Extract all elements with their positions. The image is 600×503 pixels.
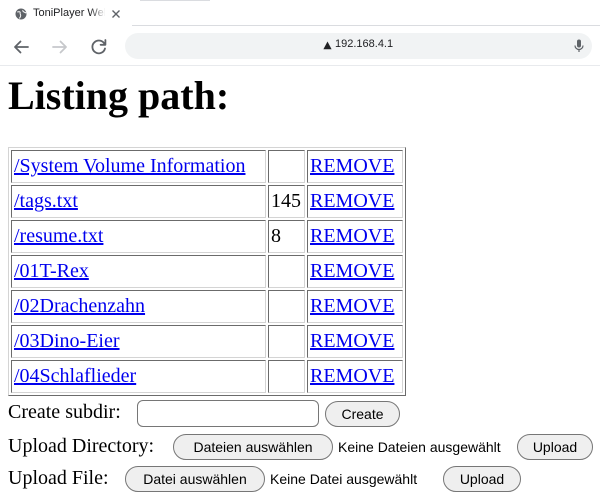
browser-tab[interactable]: ToniPlayer Web <box>0 0 132 28</box>
action-cell: REMOVE <box>307 150 403 183</box>
path-link[interactable]: /01T-Rex <box>14 260 89 282</box>
path-cell: /03Dino-Eier <box>11 325 266 358</box>
remove-link[interactable]: REMOVE <box>310 190 394 212</box>
url-text: 192.168.4.1 <box>335 38 394 50</box>
remove-link[interactable]: REMOVE <box>310 225 394 247</box>
back-arrow-icon[interactable] <box>10 36 32 58</box>
path-cell: /02Drachenzahn <box>11 290 266 323</box>
action-cell: REMOVE <box>307 185 403 218</box>
path-link[interactable]: /02Drachenzahn <box>14 295 145 317</box>
remove-link[interactable]: REMOVE <box>310 155 394 177</box>
size-cell <box>268 255 305 288</box>
create-subdir-row: Create subdir: Create <box>8 399 408 429</box>
path-link[interactable]: /04Schlaflieder <box>14 365 136 387</box>
table-row: /01T-Rex REMOVE <box>11 255 403 288</box>
warning-triangle-icon[interactable] <box>323 41 332 50</box>
upload-file-status: Keine Datei ausgewählt <box>270 471 418 487</box>
size-cell <box>268 290 305 323</box>
close-icon[interactable] <box>109 7 123 21</box>
size-cell <box>268 150 305 183</box>
path-cell: /System Volume Information <box>11 150 266 183</box>
remove-link[interactable]: REMOVE <box>310 330 394 352</box>
forward-arrow-icon[interactable] <box>49 36 71 58</box>
path-cell: /tags.txt <box>11 185 266 218</box>
choose-file-button[interactable]: Datei auswählen <box>125 466 265 492</box>
path-cell: /resume.txt <box>11 220 266 253</box>
action-cell: REMOVE <box>307 290 403 323</box>
action-cell: REMOVE <box>307 255 403 288</box>
upload-file-button[interactable]: Upload <box>443 466 521 492</box>
action-cell: REMOVE <box>307 325 403 358</box>
table-row: /tags.txt 145 REMOVE <box>11 185 403 218</box>
path-cell: /01T-Rex <box>11 255 266 288</box>
action-cell: REMOVE <box>307 360 403 393</box>
remove-link[interactable]: REMOVE <box>310 260 394 282</box>
upload-directory-label: Upload Directory: <box>8 435 155 457</box>
path-link[interactable]: /resume.txt <box>14 225 103 247</box>
page-title: Listing path: <box>8 73 230 118</box>
upload-file-label: Upload File: <box>8 467 109 489</box>
size-cell: 8 <box>268 220 305 253</box>
globe-icon <box>15 8 27 20</box>
table-row: /04Schlaflieder REMOVE <box>11 360 403 393</box>
action-cell: REMOVE <box>307 220 403 253</box>
choose-directory-button[interactable]: Dateien auswählen <box>173 434 333 460</box>
upload-directory-button[interactable]: Upload <box>517 434 593 460</box>
upload-file-row: Upload File: Datei auswählen Keine Datei… <box>8 465 528 495</box>
upload-directory-status: Keine Dateien ausgewählt <box>338 439 501 455</box>
remove-link[interactable]: REMOVE <box>310 295 394 317</box>
table-row: /System Volume Information REMOVE <box>11 150 403 183</box>
table-row: /resume.txt 8 REMOVE <box>11 220 403 253</box>
path-link[interactable]: /03Dino-Eier <box>14 330 120 352</box>
tab-title-fade <box>90 4 106 24</box>
path-link[interactable]: /tags.txt <box>14 190 78 212</box>
create-subdir-label: Create subdir: <box>8 401 121 423</box>
toolbar-divider <box>0 65 600 66</box>
size-cell <box>268 360 305 393</box>
remove-link[interactable]: REMOVE <box>310 365 394 387</box>
microphone-icon[interactable] <box>573 39 585 53</box>
upload-directory-row: Upload Directory: Dateien auswählen Kein… <box>8 433 598 463</box>
table-row: /02Drachenzahn REMOVE <box>11 290 403 323</box>
tab-strip-border <box>132 25 600 26</box>
subdir-name-input[interactable] <box>137 400 319 427</box>
browser-toolbar: 192.168.4.1 <box>0 28 600 66</box>
address-bar[interactable]: 192.168.4.1 <box>125 33 592 59</box>
reload-icon[interactable] <box>88 36 110 58</box>
table-row: /03Dino-Eier REMOVE <box>11 325 403 358</box>
create-button[interactable]: Create <box>325 401 400 427</box>
size-cell: 145 <box>268 185 305 218</box>
path-link[interactable]: /System Volume Information <box>14 155 245 177</box>
tab-strip: ToniPlayer Web <box>0 0 600 28</box>
tab-strip-top-line <box>140 0 210 1</box>
path-cell: /04Schlaflieder <box>11 360 266 393</box>
file-listing-table: /System Volume Information REMOVE/tags.tx… <box>8 147 406 396</box>
size-cell <box>268 325 305 358</box>
